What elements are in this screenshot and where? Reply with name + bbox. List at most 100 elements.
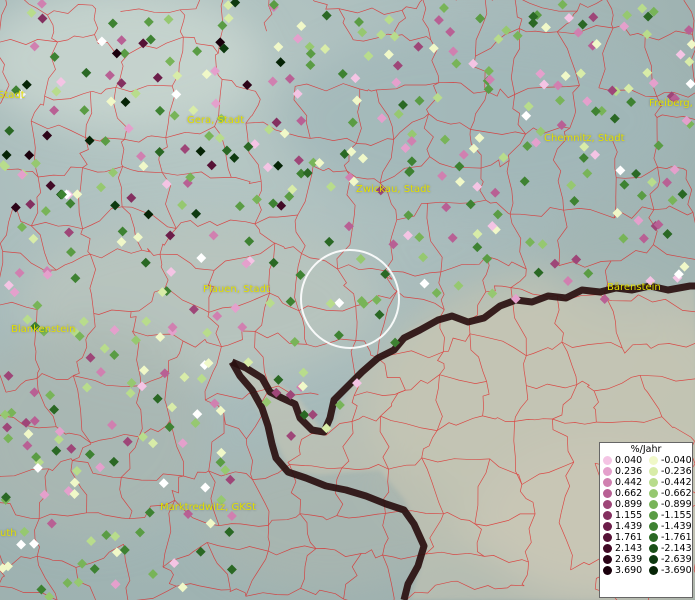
station-marker[interactable] [298, 367, 309, 378]
station-marker[interactable] [321, 10, 332, 21]
station-marker[interactable] [537, 239, 548, 250]
station-marker[interactable] [636, 190, 647, 201]
station-marker[interactable] [472, 242, 483, 253]
station-marker[interactable] [72, 189, 83, 200]
station-marker[interactable] [191, 208, 202, 219]
station-marker[interactable] [453, 280, 464, 291]
station-marker[interactable] [44, 591, 55, 600]
station-marker[interactable] [354, 17, 364, 27]
station-marker[interactable] [215, 457, 226, 468]
station-marker[interactable] [19, 526, 30, 537]
station-marker[interactable] [195, 546, 206, 557]
station-marker[interactable] [143, 209, 154, 220]
station-marker[interactable] [388, 239, 399, 250]
station-marker[interactable] [136, 151, 146, 162]
station-marker[interactable] [292, 33, 303, 44]
station-marker[interactable] [439, 3, 449, 13]
station-marker[interactable] [273, 160, 284, 171]
station-marker[interactable] [42, 130, 53, 141]
station-marker[interactable] [110, 579, 121, 590]
station-marker[interactable] [684, 56, 695, 67]
station-marker[interactable] [30, 158, 41, 169]
station-marker[interactable] [119, 545, 130, 555]
station-marker[interactable] [414, 232, 425, 243]
station-marker[interactable] [577, 19, 588, 30]
station-marker[interactable] [110, 200, 121, 211]
station-marker[interactable] [275, 57, 286, 68]
station-marker[interactable] [216, 447, 227, 458]
station-marker[interactable] [40, 206, 51, 217]
station-marker[interactable] [622, 10, 633, 21]
station-marker[interactable] [564, 12, 574, 23]
station-marker[interactable] [296, 21, 307, 32]
station-marker[interactable] [169, 558, 180, 569]
station-marker[interactable] [16, 539, 27, 550]
station-marker[interactable] [64, 227, 74, 238]
station-marker[interactable] [108, 167, 118, 178]
station-marker[interactable] [209, 398, 220, 409]
station-marker[interactable] [357, 27, 368, 38]
station-marker[interactable] [433, 15, 444, 26]
station-marker[interactable] [305, 48, 316, 59]
station-marker[interactable] [195, 146, 206, 157]
station-marker[interactable] [431, 287, 442, 298]
station-marker[interactable] [669, 164, 680, 175]
station-marker[interactable] [17, 222, 27, 233]
station-marker[interactable] [647, 177, 657, 188]
station-marker[interactable] [305, 60, 316, 71]
station-marker[interactable] [1, 150, 12, 160]
station-marker[interactable] [62, 577, 73, 588]
station-marker[interactable] [111, 547, 122, 558]
station-marker[interactable] [573, 27, 584, 38]
station-marker[interactable] [36, 584, 47, 595]
station-marker[interactable] [229, 152, 240, 163]
station-marker[interactable] [65, 198, 76, 209]
station-marker[interactable] [284, 73, 295, 84]
station-marker[interactable] [267, 76, 278, 87]
station-marker[interactable] [216, 113, 227, 124]
station-marker[interactable] [234, 201, 245, 212]
station-marker[interactable] [677, 189, 688, 200]
station-marker[interactable] [273, 41, 284, 52]
station-marker[interactable] [685, 78, 695, 89]
station-marker[interactable] [126, 192, 137, 203]
station-marker[interactable] [45, 180, 56, 191]
station-marker[interactable] [3, 280, 14, 291]
station-marker[interactable] [418, 252, 429, 263]
station-marker[interactable] [403, 210, 414, 221]
station-marker[interactable] [28, 233, 39, 244]
station-marker[interactable] [154, 146, 165, 157]
station-marker[interactable] [29, 538, 39, 549]
station-marker[interactable] [77, 558, 88, 569]
station-marker[interactable] [9, 287, 20, 298]
station-marker[interactable] [276, 200, 287, 211]
station-marker[interactable] [96, 182, 106, 193]
station-marker[interactable] [73, 577, 84, 588]
station-marker[interactable] [268, 198, 279, 209]
station-marker[interactable] [221, 145, 232, 156]
station-marker[interactable] [89, 563, 100, 574]
station-marker[interactable] [588, 12, 599, 23]
station-marker[interactable] [675, 49, 686, 60]
station-marker[interactable] [619, 21, 630, 32]
station-marker[interactable] [204, 131, 215, 141]
station-marker[interactable] [264, 124, 274, 135]
map-canvas[interactable]: Stadt Gera, Stadt Freiberg, Chemnitz, St… [0, 0, 695, 600]
station-marker[interactable] [662, 177, 672, 188]
station-marker[interactable] [482, 253, 493, 264]
station-marker[interactable] [541, 22, 551, 33]
station-marker[interactable] [384, 14, 395, 25]
station-marker[interactable] [25, 199, 36, 210]
station-marker[interactable] [4, 125, 15, 136]
station-marker[interactable] [262, 162, 273, 173]
station-marker[interactable] [206, 160, 217, 171]
station-marker[interactable] [84, 135, 95, 146]
station-marker[interactable] [180, 144, 190, 154]
station-marker[interactable] [138, 161, 149, 172]
station-marker[interactable] [637, 3, 648, 14]
station-marker[interactable] [100, 136, 111, 147]
station-marker[interactable] [320, 44, 331, 54]
station-marker[interactable] [525, 237, 535, 248]
station-marker[interactable] [251, 194, 262, 205]
station-marker[interactable] [14, 267, 25, 278]
